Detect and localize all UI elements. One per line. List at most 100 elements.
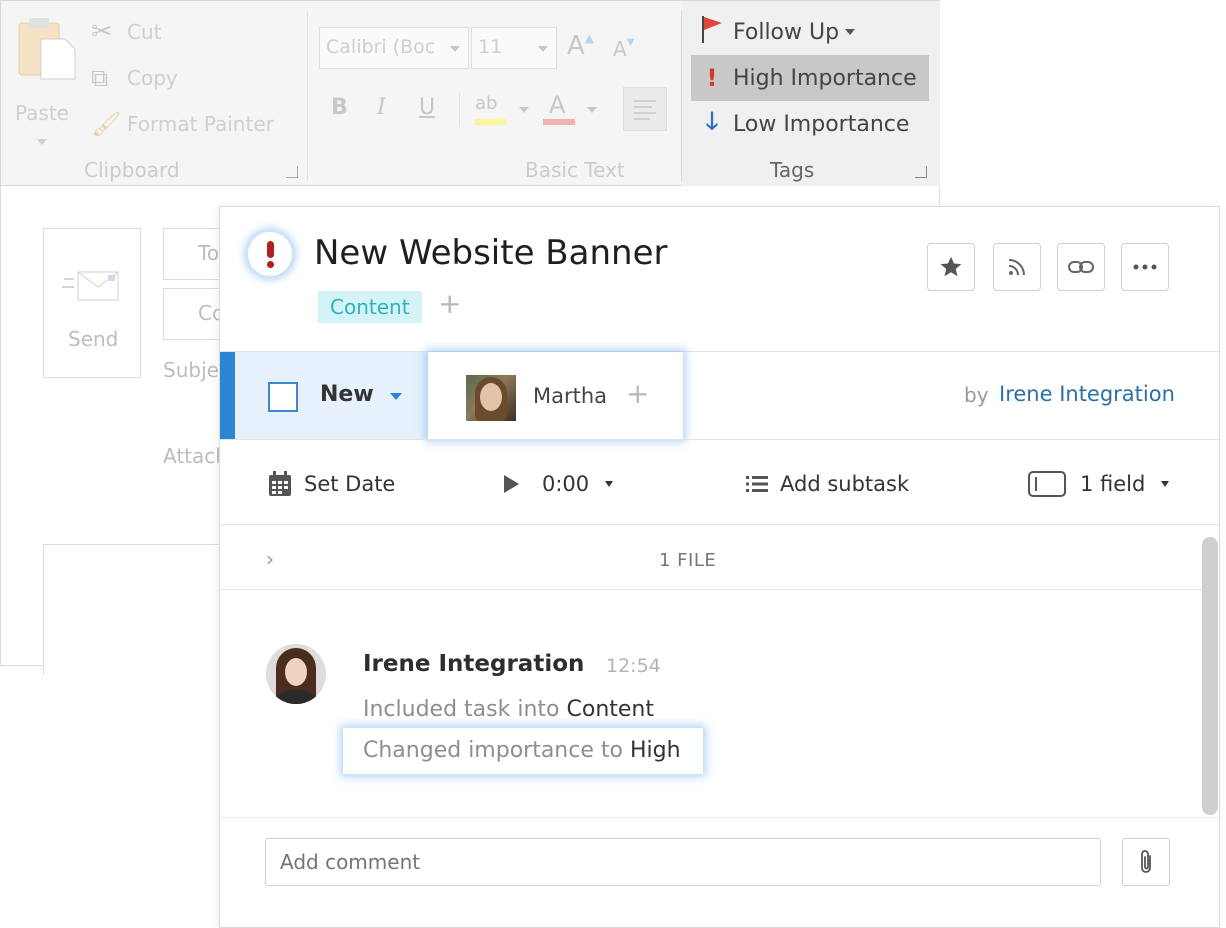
- importance-badge[interactable]: [247, 231, 293, 277]
- paste-button[interactable]: Paste: [13, 15, 77, 145]
- link-icon: [1068, 261, 1094, 273]
- dialog-launcher-icon[interactable]: [915, 166, 927, 178]
- status-label: New: [320, 382, 374, 407]
- font-color-icon: A: [549, 91, 566, 119]
- font-color-button[interactable]: A: [543, 91, 599, 129]
- follow-up-label: Follow Up: [733, 19, 840, 45]
- add-subtask-button[interactable]: Add subtask: [746, 469, 909, 499]
- folder-tag[interactable]: Content: [318, 291, 422, 323]
- underline-button[interactable]: U: [419, 95, 435, 120]
- clipboard-group-title: Clipboard: [84, 158, 180, 182]
- highlight-button[interactable]: ab: [475, 93, 529, 129]
- author-link[interactable]: Irene Integration: [999, 382, 1175, 406]
- send-button[interactable]: Send: [43, 228, 141, 378]
- follow-up-button[interactable]: Follow Up: [691, 9, 929, 55]
- star-icon: [940, 256, 962, 277]
- copy-button[interactable]: ⧉ Copy: [91, 61, 178, 95]
- chevron-down-icon: [605, 481, 614, 487]
- file-count[interactable]: 1 FILE: [659, 550, 716, 571]
- more-horizontal-icon: [1133, 264, 1157, 270]
- italic-button[interactable]: I: [377, 95, 386, 120]
- subscribe-button[interactable]: [993, 243, 1041, 291]
- divider: [220, 524, 1219, 525]
- flag-icon: [691, 14, 733, 50]
- grow-font-icon: A: [567, 31, 585, 61]
- activity-line-prefix: Changed importance to: [363, 738, 623, 763]
- format-painter-label: Format Painter: [127, 112, 274, 136]
- font-name-select[interactable]: Calibri (Boc: [319, 27, 469, 69]
- chevron-down-icon: [587, 107, 597, 113]
- timer-value: 0:00: [542, 472, 590, 496]
- chevron-down-icon: [519, 107, 529, 113]
- fields-label: 1 field: [1080, 472, 1146, 496]
- rss-icon: [1008, 259, 1025, 276]
- paste-label: Paste: [15, 101, 69, 125]
- font-size-value: 11: [478, 36, 503, 58]
- play-icon: [504, 475, 519, 493]
- expand-files-icon[interactable]: ›: [266, 547, 274, 571]
- avatar[interactable]: [266, 644, 326, 704]
- activity-line-importance: Changed importance to High: [363, 738, 681, 763]
- arrow-down-icon: 🡓: [705, 106, 719, 135]
- grow-font-button[interactable]: A▲: [567, 31, 594, 61]
- chevron-down-icon[interactable]: [390, 393, 402, 400]
- chevron-down-icon: [845, 29, 856, 35]
- custom-fields-button[interactable]: 1 field: [1028, 469, 1170, 499]
- add-subtask-label: Add subtask: [780, 472, 910, 496]
- to-label: To: [198, 241, 220, 265]
- divider: [220, 817, 1219, 818]
- assignee-name[interactable]: Martha: [533, 384, 607, 408]
- star-button[interactable]: [927, 243, 975, 291]
- activity-line-value: High: [629, 738, 681, 763]
- cut-label: Cut: [127, 20, 162, 44]
- timer-button[interactable]: 0:00: [502, 469, 614, 499]
- envelope-icon: [62, 271, 119, 301]
- cut-button[interactable]: ✂ Cut: [91, 15, 161, 49]
- paste-icon: [18, 18, 76, 80]
- basic-text-group-title: Basic Text: [525, 158, 625, 182]
- task-title[interactable]: New Website Banner: [314, 233, 667, 273]
- copy-link-button[interactable]: [1057, 243, 1105, 291]
- divider: [459, 93, 460, 127]
- avatar[interactable]: [466, 375, 516, 421]
- activity-author[interactable]: Irene Integration: [363, 651, 584, 677]
- message-body[interactable]: [43, 544, 245, 675]
- exclamation-icon: !: [706, 64, 718, 92]
- font-size-select[interactable]: 11: [471, 27, 557, 69]
- align-left-icon: [634, 100, 656, 120]
- shrink-font-icon: A: [613, 37, 627, 61]
- add-assignee-icon[interactable]: +: [626, 377, 649, 410]
- paragraph-button[interactable]: [623, 87, 667, 131]
- font-name-value: Calibri (Boc: [326, 36, 436, 58]
- group-divider: [307, 11, 308, 181]
- complete-checkbox[interactable]: [268, 382, 298, 412]
- ribbon: Paste ✂ Cut ⧉ Copy 🖌 Format Painter Clip…: [0, 0, 940, 187]
- comment-input[interactable]: [265, 838, 1101, 886]
- divider: [220, 439, 1219, 440]
- high-importance-button[interactable]: ! High Importance: [691, 55, 929, 101]
- bold-button[interactable]: B: [331, 95, 348, 120]
- paperclip-icon: [1141, 850, 1151, 873]
- chevron-down-icon: [450, 46, 460, 52]
- subject-label: Subje: [163, 358, 219, 382]
- scissors-icon: ✂: [91, 17, 113, 47]
- low-importance-button[interactable]: 🡓 Low Importance: [691, 101, 929, 147]
- list-icon: [746, 476, 768, 492]
- dialog-launcher-icon[interactable]: [286, 166, 298, 178]
- task-panel: New Website Banner Content + New Martha …: [219, 206, 1220, 928]
- activity-line-folder: Included task into Content: [363, 697, 654, 722]
- chevron-down-icon: [37, 139, 47, 145]
- set-date-button[interactable]: Set Date: [268, 469, 395, 499]
- add-tag-icon[interactable]: +: [438, 287, 461, 320]
- more-button[interactable]: [1121, 243, 1169, 291]
- paintbrush-icon: 🖌: [91, 110, 122, 138]
- format-painter-button[interactable]: 🖌 Format Painter: [91, 107, 274, 141]
- tags-group-title: Tags: [770, 158, 815, 182]
- scrollbar[interactable]: [1202, 537, 1218, 815]
- activity-line-value: Content: [566, 697, 655, 722]
- highlight-color-bar: [475, 119, 507, 125]
- low-importance-label: Low Importance: [733, 111, 910, 137]
- shrink-font-button[interactable]: A▼: [613, 37, 634, 61]
- attach-button[interactable]: [1122, 838, 1170, 886]
- set-date-label: Set Date: [304, 472, 396, 496]
